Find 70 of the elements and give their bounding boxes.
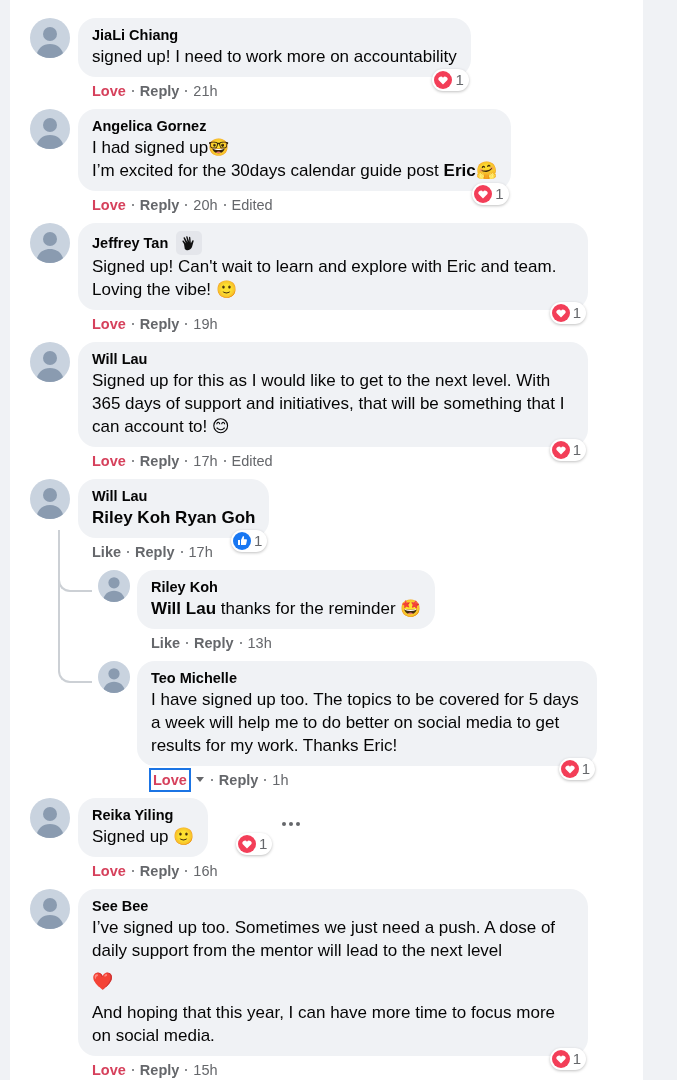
reaction-link[interactable]: Love bbox=[92, 81, 126, 101]
reaction-link[interactable]: Love bbox=[92, 1060, 126, 1080]
timestamp: 17h bbox=[193, 452, 218, 471]
avatar[interactable] bbox=[30, 223, 70, 263]
avatar[interactable] bbox=[30, 18, 70, 58]
reply-link[interactable]: Reply bbox=[139, 451, 180, 471]
timestamp: 13h bbox=[247, 634, 272, 653]
comment-text: signed up! I need to work more on accountability bbox=[92, 46, 457, 68]
reaction-count[interactable]: 1 bbox=[432, 69, 469, 91]
reaction-link[interactable]: Like bbox=[92, 542, 121, 562]
comment-text: ❤ bbox=[92, 971, 114, 993]
reaction-link[interactable]: Love bbox=[92, 314, 126, 334]
timestamp: 20h bbox=[193, 196, 218, 215]
comment-text: I have signed up too. The topics to be covered for 5 days a week will help me to do better on social media to get results for my work. Thanks Eric! bbox=[151, 689, 580, 757]
react-button[interactable]: Love bbox=[151, 770, 189, 790]
caret-icon[interactable] bbox=[194, 776, 205, 784]
author-name[interactable]: Angelica Gornez bbox=[92, 117, 207, 136]
comment-text: Signed up! Can't wait to learn and explore with Eric and team. Loving the vibe! 🙂 bbox=[92, 256, 558, 301]
reply-link[interactable]: Reply bbox=[139, 81, 180, 101]
comment-text: I had signed up🤓 bbox=[92, 137, 231, 159]
avatar[interactable] bbox=[30, 342, 70, 382]
reply-link[interactable]: Reply bbox=[139, 314, 180, 334]
reaction-link[interactable]: Love bbox=[92, 451, 126, 471]
avatar[interactable] bbox=[30, 889, 70, 929]
comment-text: I’m excited for the 30days calendar guide post Eric🤗 bbox=[92, 160, 497, 182]
author-name[interactable]: Will Lau bbox=[92, 350, 148, 369]
reaction-count[interactable]: 1 bbox=[549, 439, 586, 461]
timestamp: 17h bbox=[188, 543, 213, 562]
comment-text: Signed up 🙂 bbox=[92, 826, 195, 848]
reaction-link[interactable]: Like bbox=[151, 633, 180, 653]
reaction-count[interactable]: 1 bbox=[235, 833, 273, 855]
comment-text: Signed up for this as I would like to get to the next level. With 365 days of support and initiatives, that will be something that I can account to! 😊 bbox=[92, 370, 566, 438]
reaction-count[interactable]: 1 bbox=[472, 183, 509, 205]
reaction-count[interactable]: 1 bbox=[231, 530, 268, 552]
author-name[interactable]: Jeffrey Tan bbox=[92, 233, 169, 253]
reply-link[interactable]: Reply bbox=[194, 633, 234, 653]
timestamp: 15h bbox=[193, 1061, 218, 1080]
edited-label: Edited bbox=[231, 452, 273, 471]
reply-link[interactable]: Reply bbox=[218, 770, 259, 790]
avatar[interactable] bbox=[30, 798, 70, 838]
timestamp: 1h bbox=[272, 771, 289, 790]
reaction-link[interactable]: Love bbox=[92, 195, 126, 215]
author-name[interactable]: See Bee bbox=[92, 897, 149, 916]
reply-link[interactable]: Reply bbox=[135, 542, 175, 562]
reply-link[interactable]: Reply bbox=[139, 195, 180, 215]
timestamp: 19h bbox=[193, 315, 218, 334]
more-options-icon[interactable] bbox=[282, 822, 301, 826]
author-name[interactable]: Reika Yiling bbox=[92, 806, 174, 825]
timestamp: 16h bbox=[193, 862, 218, 881]
comment-text: And hoping that this year, I can have more time to focus more on social media. bbox=[92, 1002, 557, 1047]
reply-link[interactable]: Reply bbox=[139, 1060, 180, 1080]
edited-label: Edited bbox=[231, 196, 273, 215]
thumbs-up-icon bbox=[233, 532, 252, 550]
comment-text: I’ve signed up too. Sometimes we just need a push. A dose of daily support from the mentor will lead to the next level bbox=[92, 917, 557, 962]
author-name[interactable]: JiaLi Chiang bbox=[92, 26, 179, 45]
author-name[interactable]: Riley Koh bbox=[151, 578, 218, 597]
comment-text: Will Lau thanks for the reminder 🤩 bbox=[151, 598, 422, 620]
reply-link[interactable]: Reply bbox=[139, 861, 180, 881]
avatar[interactable] bbox=[98, 661, 130, 693]
avatar[interactable] bbox=[98, 570, 130, 602]
reaction-count[interactable]: 1 bbox=[549, 1048, 586, 1070]
timestamp: 21h bbox=[193, 82, 218, 101]
avatar[interactable] bbox=[30, 479, 70, 519]
author-name[interactable]: Will Lau bbox=[92, 487, 148, 506]
avatar[interactable] bbox=[30, 109, 70, 149]
author-name[interactable]: Teo Michelle bbox=[151, 669, 237, 688]
reaction-count[interactable]: 1 bbox=[549, 302, 586, 324]
comment-text: Riley Koh Ryan Goh bbox=[92, 507, 256, 529]
reaction-count[interactable]: 1 bbox=[558, 758, 595, 780]
reaction-link[interactable]: Love bbox=[92, 861, 126, 881]
